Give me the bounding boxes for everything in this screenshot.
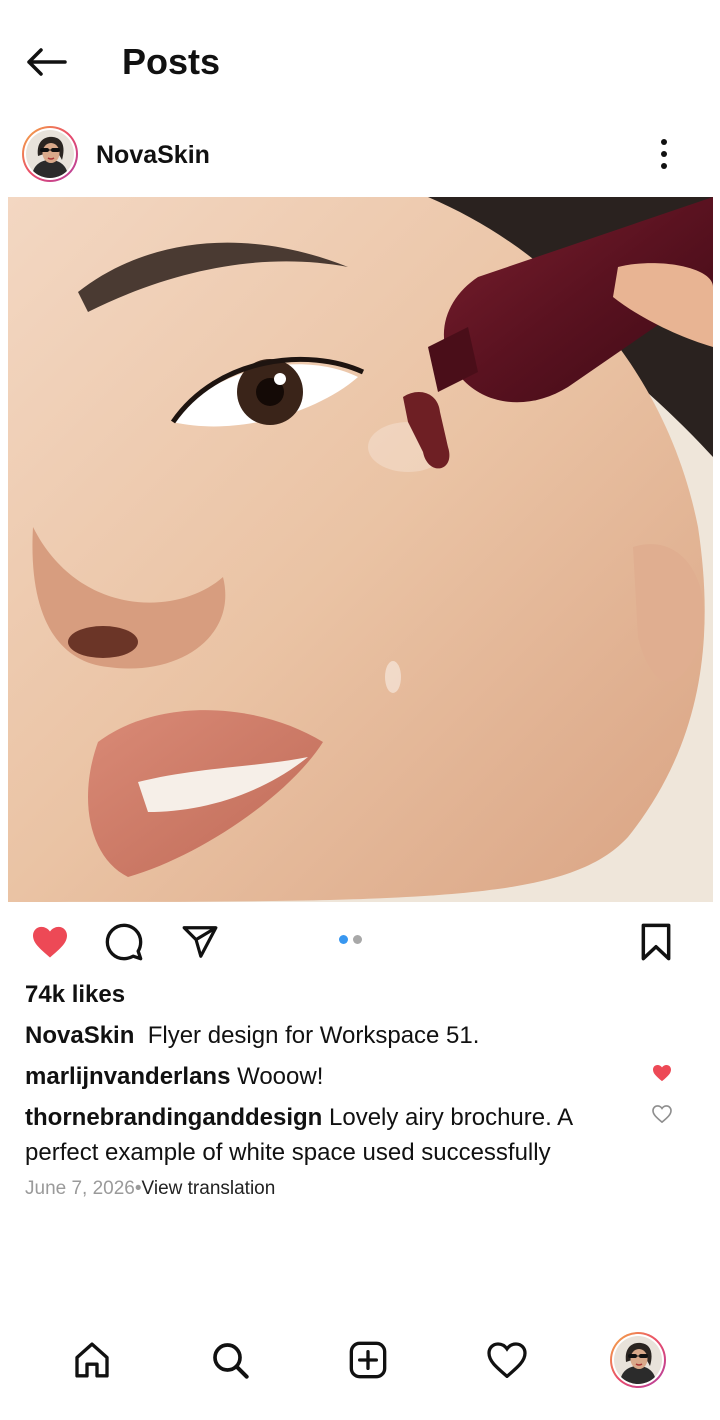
comment-username[interactable]: thornebrandinganddesign (25, 1104, 322, 1131)
back-button[interactable] (22, 40, 70, 84)
post-image[interactable] (8, 197, 713, 902)
comment-like-button[interactable] (650, 1103, 674, 1125)
post-header: NovaSkin (0, 120, 720, 190)
nav-profile-button[interactable] (610, 1332, 666, 1388)
top-bar: Posts (0, 0, 720, 120)
carousel-dot-active (339, 935, 348, 944)
post-author-username[interactable]: NovaSkin (96, 140, 210, 170)
arrow-left-icon (27, 48, 67, 76)
comment-bubble-icon (105, 923, 143, 961)
page-title: Posts (122, 41, 221, 82)
post-date: June 7, 2026 (25, 1178, 135, 1199)
comment-like-button[interactable] (650, 1062, 674, 1084)
avatar-image (614, 1336, 662, 1384)
carousel-dot (353, 935, 362, 944)
heart-filled-icon (33, 926, 67, 958)
avatar-image (26, 130, 74, 178)
nav-home-button[interactable] (64, 1332, 120, 1388)
view-translation-link[interactable]: View translation (142, 1178, 276, 1199)
comment-item: thornebrandinganddesign Lovely airy broc… (25, 1100, 635, 1170)
search-icon (213, 1343, 249, 1379)
bottom-navigation (0, 1320, 720, 1400)
likes-count[interactable]: 74k likes (25, 980, 125, 1010)
comment-text: Wooow! (237, 1063, 324, 1090)
heart-filled-icon (653, 1064, 671, 1082)
nav-activity-button[interactable] (479, 1332, 535, 1388)
comment-item: marlijnvanderlans Wooow! (25, 1059, 635, 1094)
post-actions (0, 912, 720, 972)
more-vertical-icon (661, 139, 667, 169)
post-meta: June 7, 2026•View translation (25, 1177, 275, 1201)
paper-plane-icon (182, 926, 218, 958)
save-button[interactable] (632, 920, 680, 964)
nav-create-button[interactable] (340, 1332, 396, 1388)
home-icon (75, 1342, 109, 1378)
bookmark-icon (641, 923, 671, 961)
heart-icon (487, 1342, 527, 1378)
post-more-button[interactable] (644, 134, 684, 174)
share-button[interactable] (176, 920, 224, 964)
caption-text: Flyer design for Workspace 51. (147, 1022, 480, 1049)
avatar (610, 1332, 666, 1388)
post-caption: NovaSkin Flyer design for Workspace 51. (25, 1021, 645, 1051)
caption-username[interactable]: NovaSkin (25, 1022, 134, 1049)
heart-outline-icon (652, 1105, 672, 1123)
carousel-indicator (339, 935, 362, 944)
nav-search-button[interactable] (202, 1332, 258, 1388)
post-author-avatar[interactable] (22, 126, 78, 182)
plus-square-icon (349, 1341, 387, 1379)
post-photo (8, 197, 713, 902)
comment-button[interactable] (100, 920, 148, 964)
comment-username[interactable]: marlijnvanderlans (25, 1063, 230, 1090)
like-button[interactable] (26, 920, 74, 964)
meta-separator: • (134, 1178, 142, 1199)
